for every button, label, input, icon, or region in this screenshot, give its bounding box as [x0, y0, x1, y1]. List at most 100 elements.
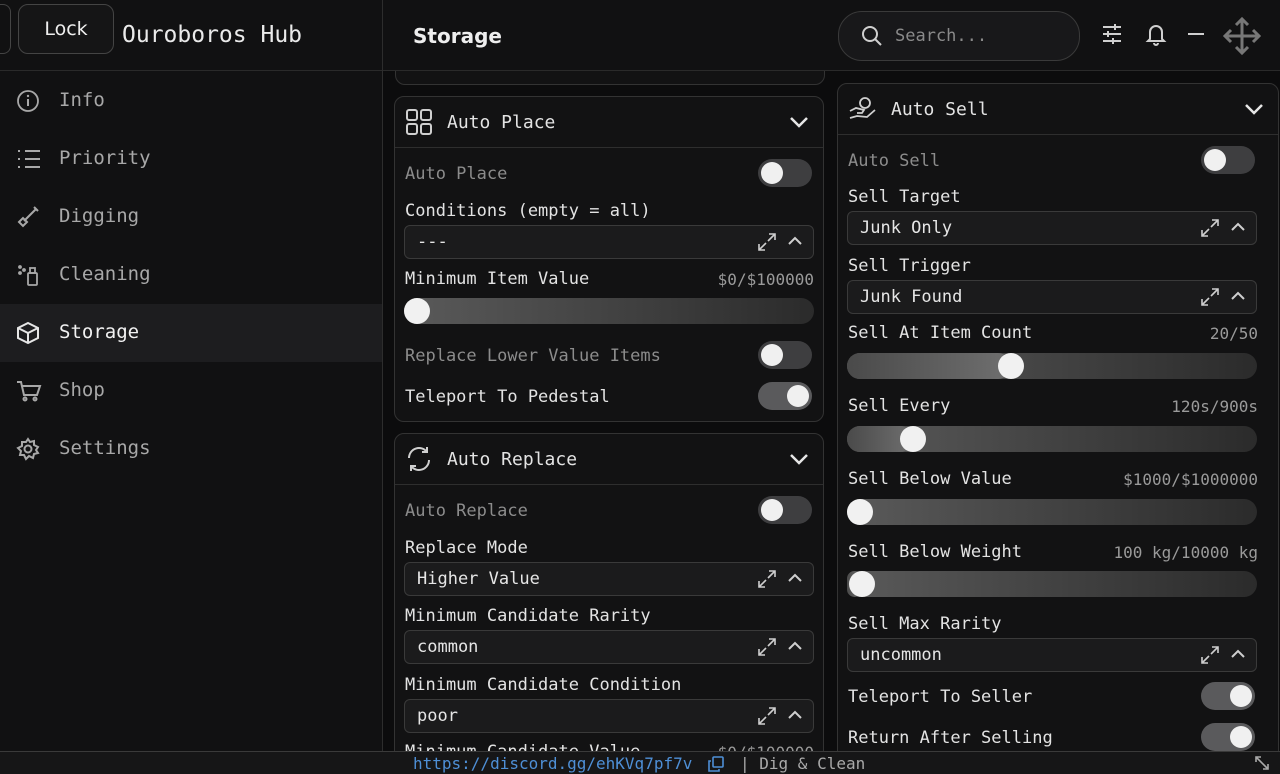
chevron-up-icon[interactable]	[1230, 648, 1246, 660]
list-icon	[18, 150, 40, 168]
spray-icon	[18, 265, 38, 286]
page-title: Storage	[413, 24, 502, 48]
min-condition-dropdown[interactable]: poor	[404, 699, 814, 733]
resize-icon[interactable]	[1254, 755, 1270, 771]
expand-icon[interactable]	[757, 706, 777, 726]
sidebar-item-label: Shop	[59, 379, 105, 401]
sell-every-label: Sell Every	[848, 396, 951, 416]
chevron-up-icon[interactable]	[1230, 290, 1246, 302]
footer: https://discord.gg/ehKVq7pf7v | Dig & Cl…	[0, 751, 1280, 774]
sell-count-slider[interactable]	[847, 353, 1257, 379]
sidebar-item-label: Settings	[59, 437, 151, 459]
chevron-up-icon[interactable]	[787, 235, 803, 247]
expand-icon[interactable]	[757, 232, 777, 252]
collapsed-button[interactable]	[0, 4, 11, 54]
chevron-up-icon[interactable]	[1230, 221, 1246, 233]
bell-icon[interactable]	[1145, 22, 1167, 46]
auto-replace-toggle-label: Auto Replace	[405, 501, 528, 521]
slider-thumb[interactable]	[899, 426, 926, 452]
auto-sell-panel: Auto Sell Auto Sell Sell Target Junk Onl…	[837, 83, 1279, 751]
sidebar-item-cleaning[interactable]: Cleaning	[0, 246, 382, 304]
copy-icon[interactable]	[708, 756, 724, 772]
return-after-toggle[interactable]	[1201, 723, 1255, 751]
sliders-icon[interactable]	[1101, 22, 1123, 46]
sell-trigger-label: Sell Trigger	[848, 256, 971, 276]
sidebar: Info Priority Digging Cleaning Storage S…	[0, 71, 383, 751]
min-item-value-slider[interactable]	[404, 298, 814, 324]
replace-lower-label: Replace Lower Value Items	[405, 346, 661, 366]
sell-trigger-value: Junk Found	[860, 287, 963, 307]
teleport-pedestal-toggle[interactable]	[758, 382, 812, 410]
discord-link[interactable]: https://discord.gg/ehKVq7pf7v	[413, 754, 692, 773]
chevron-up-icon[interactable]	[787, 572, 803, 584]
sidebar-item-settings[interactable]: Settings	[0, 420, 382, 478]
sidebar-item-label: Digging	[59, 205, 140, 227]
sell-count-label: Sell At Item Count	[848, 323, 1033, 343]
min-rarity-dropdown[interactable]: common	[404, 630, 814, 664]
min-candidate-value-text: $0/$100000	[718, 743, 814, 751]
refresh-icon	[408, 447, 430, 471]
expand-icon[interactable]	[757, 569, 777, 589]
replace-mode-label: Replace Mode	[405, 538, 528, 558]
slider-thumb[interactable]	[404, 298, 430, 324]
sell-below-weight-text: 100 kg/10000 kg	[1113, 543, 1259, 562]
chevron-up-icon[interactable]	[787, 709, 803, 721]
sell-max-rarity-label: Sell Max Rarity	[848, 614, 1002, 634]
replace-mode-dropdown[interactable]: Higher Value	[404, 562, 814, 596]
auto-sell-header[interactable]: Auto Sell	[838, 84, 1278, 135]
slider-thumb[interactable]	[997, 353, 1024, 379]
chevron-up-icon[interactable]	[787, 640, 803, 652]
sidebar-item-info[interactable]: Info	[0, 72, 382, 130]
expand-icon[interactable]	[1200, 218, 1220, 238]
sell-every-text: 120s/900s	[1171, 397, 1258, 416]
auto-sell-toggle-label: Auto Sell	[848, 151, 941, 171]
box-icon	[17, 321, 39, 345]
sell-trigger-dropdown[interactable]: Junk Found	[847, 280, 1257, 314]
move-icon[interactable]	[1222, 16, 1262, 56]
search-input[interactable]: Search...	[838, 11, 1080, 61]
sell-below-value-text: $1000/$1000000	[1123, 470, 1258, 489]
sidebar-item-shop[interactable]: Shop	[0, 362, 382, 420]
sell-below-weight-slider[interactable]	[847, 571, 1257, 597]
sidebar-item-storage[interactable]: Storage	[0, 304, 382, 362]
min-item-value-text: $0/$100000	[717, 270, 814, 289]
sell-max-rarity-value: uncommon	[860, 645, 942, 665]
chevron-down-icon[interactable]	[789, 452, 809, 466]
auto-place-toggle[interactable]	[758, 159, 812, 187]
expand-icon[interactable]	[1200, 645, 1220, 665]
sidebar-item-digging[interactable]: Digging	[0, 188, 382, 246]
replace-lower-toggle[interactable]	[758, 341, 812, 369]
teleport-seller-label: Teleport To Seller	[848, 687, 1033, 707]
auto-replace-toggle[interactable]	[758, 496, 812, 524]
search-placeholder: Search...	[895, 26, 988, 46]
return-after-label: Return After Selling	[848, 728, 1053, 748]
expand-icon[interactable]	[1200, 287, 1220, 307]
slider-thumb[interactable]	[847, 499, 873, 525]
chevron-down-icon[interactable]	[1244, 102, 1264, 116]
expand-icon[interactable]	[757, 637, 777, 657]
slider-thumb[interactable]	[848, 571, 875, 597]
chevron-down-icon[interactable]	[789, 115, 809, 129]
auto-place-toggle-label: Auto Place	[405, 164, 508, 184]
minimize-icon[interactable]	[1187, 25, 1205, 43]
teleport-seller-toggle[interactable]	[1201, 682, 1255, 710]
sell-max-rarity-dropdown[interactable]: uncommon	[847, 638, 1257, 672]
min-condition-value: poor	[417, 706, 458, 726]
auto-replace-header[interactable]: Auto Replace	[395, 434, 823, 485]
auto-replace-panel: Auto Replace Auto Replace Replace Mode H…	[394, 433, 824, 751]
info-icon	[17, 90, 39, 112]
sidebar-item-label: Priority	[59, 147, 151, 169]
cart-icon	[17, 381, 42, 402]
top-bar: Lock Ouroboros Hub Storage Search...	[0, 0, 1280, 71]
sell-below-value-slider[interactable]	[847, 499, 1257, 525]
auto-sell-toggle[interactable]	[1201, 146, 1255, 174]
auto-place-panel: Auto Place Auto Place Conditions (empty …	[394, 96, 824, 422]
sell-every-slider[interactable]	[847, 426, 1257, 452]
sidebar-item-priority[interactable]: Priority	[0, 130, 382, 188]
footer-tagline: | Dig & Clean	[740, 754, 866, 773]
sell-target-dropdown[interactable]: Junk Only	[847, 211, 1257, 245]
auto-place-header[interactable]: Auto Place	[395, 97, 823, 148]
lock-button[interactable]: Lock	[18, 4, 114, 54]
conditions-dropdown[interactable]: ---	[404, 225, 814, 259]
search-icon	[862, 26, 882, 46]
